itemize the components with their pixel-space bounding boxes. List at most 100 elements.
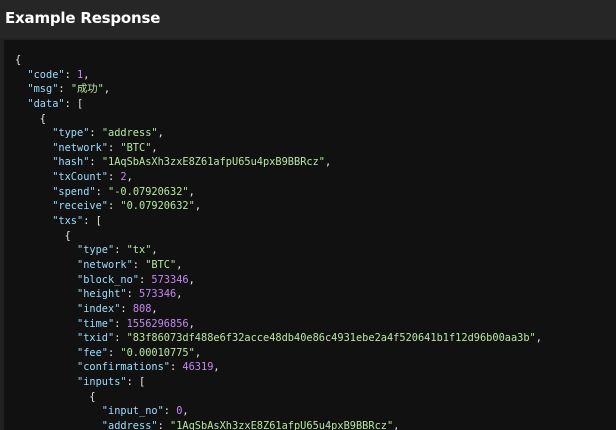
- code-line: "type": "tx",: [15, 243, 542, 258]
- section-header: Example Response: [0, 0, 616, 38]
- json-key: "fee": [77, 346, 108, 359]
- json-punctuation: ,: [176, 288, 183, 301]
- code-line: "fee": "0.00010775",: [15, 346, 542, 361]
- json-punctuation: : [: [126, 376, 146, 389]
- json-string: "成功": [70, 83, 104, 96]
- json-punctuation: [15, 405, 102, 417]
- code-line: "confirmations": 46319,: [15, 360, 542, 375]
- json-key: "confirmations": [77, 361, 170, 374]
- json-punctuation: {: [15, 229, 71, 242]
- json-punctuation: [15, 98, 27, 110]
- json-number: 46319: [182, 361, 214, 374]
- json-punctuation: [15, 215, 52, 227]
- code-line: "input_no": 0,: [15, 404, 542, 419]
- code-line: "receive": "0.07920632",: [15, 199, 542, 214]
- json-key: "index": [77, 302, 121, 315]
- json-key: "time": [77, 317, 115, 330]
- json-punctuation: [15, 288, 77, 300]
- json-punctuation: :: [108, 200, 121, 213]
- json-punctuation: ,: [103, 83, 111, 96]
- code-line: {: [15, 53, 542, 68]
- json-key: "txCount": [52, 171, 108, 184]
- json-punctuation: {: [15, 390, 96, 403]
- json-number: 573346: [151, 273, 189, 286]
- json-number: 573346: [139, 288, 177, 301]
- json-punctuation: [15, 361, 77, 373]
- json-punctuation: ,: [151, 244, 158, 257]
- json-punctuation: [15, 156, 52, 168]
- json-punctuation: :: [108, 171, 121, 184]
- code-line: "txCount": 2,: [15, 170, 542, 185]
- json-punctuation: ,: [157, 127, 164, 140]
- json-punctuation: [15, 83, 27, 95]
- json-punctuation: :: [108, 141, 121, 154]
- json-key: "code": [27, 68, 65, 81]
- json-key: "input_no": [101, 405, 164, 418]
- json-string: "tx": [126, 244, 152, 257]
- json-string: "0.07920632": [120, 200, 195, 213]
- json-code: { "code": 1, "msg": "成功", "data": [ { "t…: [15, 53, 542, 430]
- json-punctuation: : [: [83, 215, 102, 228]
- json-key: "block_no": [77, 273, 139, 286]
- code-line: "hash": "1AqSbAsXh3zxE8Z61afpU65u4pxB9BB…: [15, 155, 542, 170]
- json-punctuation: :: [126, 288, 140, 301]
- json-punctuation: ,: [188, 317, 195, 330]
- code-line: {: [15, 229, 542, 244]
- json-punctuation: [15, 332, 77, 344]
- json-key: "type": [77, 244, 115, 257]
- json-key: "receive": [52, 200, 108, 213]
- json-punctuation: ,: [188, 185, 195, 198]
- json-punctuation: :: [95, 185, 109, 198]
- json-punctuation: :: [139, 273, 152, 286]
- json-punctuation: {: [15, 54, 22, 66]
- json-punctuation: :: [114, 244, 127, 257]
- json-punctuation: ,: [393, 420, 400, 430]
- json-punctuation: [15, 200, 52, 212]
- json-number: 1556296856: [126, 317, 189, 330]
- json-punctuation: [15, 420, 102, 430]
- json-punctuation: :: [89, 156, 102, 169]
- code-line: "index": 808,: [15, 302, 542, 317]
- json-punctuation: ,: [535, 332, 542, 345]
- json-punctuation: :: [58, 83, 71, 96]
- json-punctuation: ,: [188, 273, 195, 286]
- code-line: "msg": "成功",: [15, 82, 542, 97]
- json-punctuation: ,: [151, 302, 158, 315]
- code-line: "txid": "83f86073df488e6f32acce48db40e86…: [15, 331, 542, 346]
- json-punctuation: :: [120, 302, 133, 315]
- json-string: "1AqSbAsXh3zxE8Z61afpU65u4pxB9BBRcz": [170, 420, 394, 430]
- json-punctuation: [15, 347, 77, 359]
- json-punctuation: [15, 259, 77, 271]
- code-line: "inputs": [: [15, 375, 542, 390]
- code-line: "network": "BTC",: [15, 258, 542, 273]
- json-punctuation: :: [157, 420, 170, 430]
- json-key: "data": [27, 97, 65, 110]
- code-line: "address": "1AqSbAsXh3zxE8Z61afpU65u4pxB…: [15, 419, 542, 430]
- json-punctuation: :: [170, 361, 183, 374]
- json-punctuation: [15, 274, 77, 286]
- json-string: "1AqSbAsXh3zxE8Z61afpU65u4pxB9BBRcz": [101, 156, 325, 169]
- code-line: "block_no": 573346,: [15, 273, 542, 288]
- example-response-page: Example Response { "code": 1, "msg": "成功…: [0, 0, 616, 430]
- json-punctuation: [15, 186, 52, 198]
- json-key: "hash": [52, 156, 90, 169]
- json-punctuation: [15, 142, 52, 154]
- json-string: "BTC": [120, 141, 152, 154]
- code-line: "time": 1556296856,: [15, 317, 542, 332]
- json-key: "height": [77, 288, 127, 301]
- json-string: "address": [101, 127, 158, 140]
- code-line: "height": 573346,: [15, 287, 542, 302]
- json-punctuation: ,: [126, 171, 133, 184]
- json-key: "type": [52, 127, 90, 140]
- code-line: "txs": [: [15, 214, 542, 229]
- json-punctuation: ,: [182, 405, 189, 418]
- code-block[interactable]: { "code": 1, "msg": "成功", "data": [ { "t…: [4, 40, 616, 430]
- json-punctuation: [15, 127, 52, 139]
- json-punctuation: [15, 69, 27, 81]
- json-punctuation: ,: [176, 258, 183, 271]
- json-punctuation: : [: [64, 97, 84, 110]
- json-punctuation: ,: [83, 68, 90, 81]
- code-line: "spend": "-0.07920632",: [15, 185, 542, 200]
- json-punctuation: [15, 376, 77, 388]
- json-key: "address": [101, 420, 158, 430]
